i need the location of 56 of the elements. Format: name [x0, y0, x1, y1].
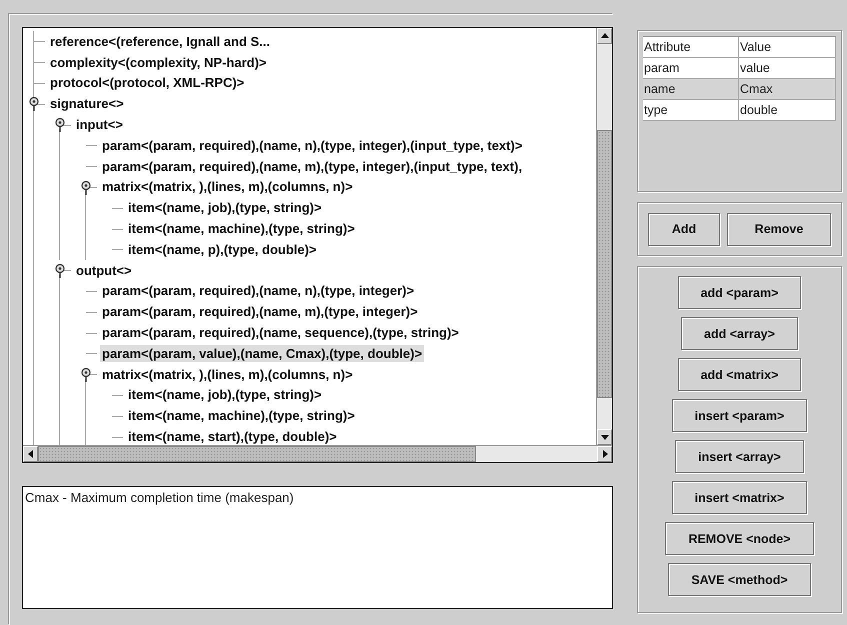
tree-node[interactable]: param<(param, required),(name, n),(type, integer),(input_type, text)>	[100, 136, 524, 154]
tree-node[interactable]: matrix<(matrix, ),(lines, m),(columns, n)>	[100, 366, 355, 383]
scroll-right-button[interactable]	[597, 446, 612, 462]
add-button[interactable]: Add	[648, 212, 720, 246]
tree-node[interactable]: item<(name, start),(type, double)>	[126, 428, 339, 445]
table-cell[interactable]: value	[739, 58, 836, 79]
tree-view[interactable]	[22, 27, 613, 463]
left-arrow-icon	[26, 449, 36, 459]
action-button[interactable]: add <array>	[681, 317, 798, 350]
tree-node[interactable]: signature<>	[48, 95, 126, 112]
table-cell[interactable]: Cmax	[739, 79, 836, 100]
handle-icon[interactable]	[28, 96, 40, 112]
tree-node[interactable]: output<>	[74, 262, 134, 279]
table-cell[interactable]: type	[643, 100, 739, 121]
tree-node[interactable]: param<(param, value),(name, Cmax),(type, double)>	[100, 344, 424, 362]
action-button[interactable]: insert <param>	[672, 399, 808, 432]
action-button[interactable]: add <matrix>	[678, 358, 802, 391]
action-button[interactable]: insert <matrix>	[672, 481, 808, 514]
table-cell[interactable]: name	[643, 79, 739, 100]
handle-icon[interactable]	[80, 366, 92, 382]
tree-node[interactable]: item<(name, machine),(type, string)>	[126, 220, 357, 238]
scrollbar-thumb[interactable]	[38, 446, 476, 462]
tree-node[interactable]: param<(param, required),(name, n),(type, integer)>	[100, 282, 416, 300]
scrollbar-thumb[interactable]	[597, 130, 612, 398]
action-button[interactable]: add <param>	[678, 276, 802, 309]
scroll-down-button[interactable]	[597, 429, 612, 445]
tree-node[interactable]: complexity<(complexity, NP-hard)>	[48, 54, 268, 71]
tree-node[interactable]: reference<(reference, Ignall and S...	[48, 32, 272, 50]
tree-node[interactable]: input<>	[74, 116, 125, 134]
tree-node[interactable]: item<(name, job),(type, string)>	[126, 386, 324, 404]
down-arrow-icon	[600, 432, 610, 442]
scroll-left-button[interactable]	[23, 446, 38, 462]
handle-icon[interactable]	[54, 262, 66, 278]
remove-button[interactable]: Remove	[727, 212, 831, 246]
tree-node[interactable]: param<(param, required),(name, m),(type, integer),(input_type, text),	[100, 158, 524, 175]
column-header: Attribute	[643, 37, 739, 58]
handle-icon[interactable]	[80, 180, 92, 195]
scroll-up-button[interactable]	[597, 28, 612, 44]
table-cell[interactable]: param	[643, 58, 739, 79]
description-field[interactable]: Cmax - Maximum completion time (makespan)	[22, 486, 613, 609]
tree-node[interactable]: item<(name, job),(type, string)>	[126, 199, 324, 216]
handle-icon[interactable]	[54, 117, 66, 132]
action-button[interactable]: insert <array>	[675, 440, 804, 473]
table-cell[interactable]: double	[739, 100, 836, 121]
action-button[interactable]: REMOVE <node>	[665, 522, 814, 555]
tree-node[interactable]: item<(name, machine),(type, string)>	[126, 407, 357, 424]
up-arrow-icon	[600, 31, 610, 41]
tree-node[interactable]: param<(param, required),(name, m),(type, integer)>	[100, 303, 420, 320]
tree-node[interactable]: param<(param, required),(name, sequence),(type, string)>	[100, 324, 461, 342]
vertical-scrollbar[interactable]	[596, 28, 612, 445]
column-header: Value	[739, 37, 836, 58]
tree-node[interactable]: item<(name, p),(type, double)>	[126, 240, 319, 258]
tree-node[interactable]: matrix<(matrix, ),(lines, m),(columns, n)>	[100, 178, 355, 196]
horizontal-scrollbar[interactable]	[23, 445, 612, 462]
action-button[interactable]: SAVE <method>	[668, 563, 811, 596]
tree-node[interactable]: protocol<(protocol, XML-RPC)>	[48, 74, 246, 92]
